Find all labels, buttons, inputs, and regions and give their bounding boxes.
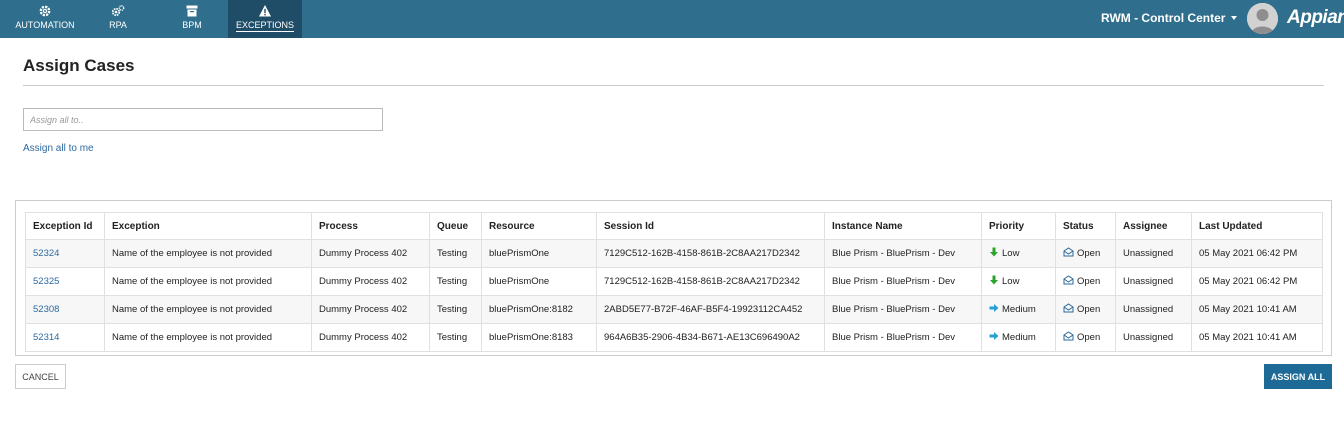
exception-id-link[interactable]: 52324	[33, 248, 59, 259]
page-title: Assign Cases	[23, 56, 135, 75]
tab-automation-label: AUTOMATION	[15, 20, 75, 30]
instance-name-cell: Blue Prism - BluePrism - Dev	[824, 295, 982, 324]
exception-cell: Name of the employee is not provided	[104, 323, 312, 352]
table-row: 52308 Name of the employee is not provid…	[25, 295, 1323, 324]
resource-cell: bluePrismOne	[481, 239, 597, 268]
table-row: 52324 Name of the employee is not provid…	[25, 239, 1323, 268]
assignee-cell: Unassigned	[1115, 295, 1192, 324]
assignee-cell: Unassigned	[1115, 239, 1192, 268]
envelope-open-icon	[1063, 303, 1074, 316]
exception-cell: Name of the employee is not provided	[104, 295, 312, 324]
session-id-cell: 7129C512-162B-4158-861B-2C8AA217D2342	[596, 239, 825, 268]
arrow-down-icon	[989, 247, 999, 260]
priority-label: Medium	[1002, 332, 1036, 343]
column-header-queue[interactable]: Queue	[429, 212, 482, 240]
gear-icon	[8, 4, 82, 18]
warning-icon	[228, 4, 302, 18]
process-cell: Dummy Process 402	[311, 295, 430, 324]
title-divider	[23, 85, 1324, 86]
envelope-open-icon	[1063, 331, 1074, 344]
table-row: 52314 Name of the employee is not provid…	[25, 323, 1323, 352]
tab-bpm-label: BPM	[182, 20, 202, 30]
arrow-right-icon	[989, 303, 999, 316]
queue-cell: Testing	[429, 295, 482, 324]
arrow-down-icon	[989, 275, 999, 288]
exception-cell: Name of the employee is not provided	[104, 239, 312, 268]
status-label: Open	[1077, 248, 1101, 259]
session-id-cell: 7129C512-162B-4158-861B-2C8AA217D2342	[596, 267, 825, 296]
last-updated-cell: 05 May 2021 06:42 PM	[1191, 239, 1323, 268]
top-nav-bar: AUTOMATION RPA BPM EXCEPTIONS RWM - Cont…	[0, 0, 1344, 38]
exception-id-link[interactable]: 52308	[33, 304, 59, 315]
last-updated-cell: 05 May 2021 10:41 AM	[1191, 323, 1323, 352]
resource-cell: bluePrismOne	[481, 267, 597, 296]
column-header-priority[interactable]: Priority	[981, 212, 1056, 240]
table-header-row: Exception Id Exception Process Queue Res…	[25, 212, 1323, 240]
appian-logo: Appian	[1287, 7, 1344, 28]
column-header-instance-name[interactable]: Instance Name	[824, 212, 982, 240]
process-cell: Dummy Process 402	[311, 323, 430, 352]
column-header-session-id[interactable]: Session Id	[596, 212, 825, 240]
process-cell: Dummy Process 402	[311, 267, 430, 296]
tab-automation[interactable]: AUTOMATION	[8, 0, 82, 38]
status-label: Open	[1077, 276, 1101, 287]
last-updated-cell: 05 May 2021 06:42 PM	[1191, 267, 1323, 296]
arrow-right-icon	[989, 331, 999, 344]
session-id-cell: 964A6B35-2906-4B34-B671-AE13C696490A2	[596, 323, 825, 352]
instance-name-cell: Blue Prism - BluePrism - Dev	[824, 239, 982, 268]
tab-rpa[interactable]: RPA	[92, 0, 144, 38]
status-label: Open	[1077, 304, 1101, 315]
exception-cell: Name of the employee is not provided	[104, 267, 312, 296]
last-updated-cell: 05 May 2021 10:41 AM	[1191, 295, 1323, 324]
priority-label: Low	[1002, 248, 1020, 259]
session-id-cell: 2ABD5E77-B72F-46AF-B5F4-19923112CA452	[596, 295, 825, 324]
cases-table: Exception Id Exception Process Queue Res…	[25, 212, 1323, 352]
queue-cell: Testing	[429, 323, 482, 352]
instance-name-cell: Blue Prism - BluePrism - Dev	[824, 323, 982, 352]
queue-cell: Testing	[429, 239, 482, 268]
column-header-status[interactable]: Status	[1055, 212, 1116, 240]
column-header-resource[interactable]: Resource	[481, 212, 597, 240]
gears-icon	[92, 4, 144, 18]
cases-grid: Exception Id Exception Process Queue Res…	[15, 200, 1332, 356]
cancel-button[interactable]: CANCEL	[15, 364, 66, 389]
status-label: Open	[1077, 332, 1101, 343]
resource-cell: bluePrismOne:8183	[481, 323, 597, 352]
column-header-exception[interactable]: Exception	[104, 212, 312, 240]
table-row: 52325 Name of the employee is not provid…	[25, 267, 1323, 296]
assignee-cell: Unassigned	[1115, 267, 1192, 296]
archive-icon	[166, 4, 218, 18]
tab-exceptions[interactable]: EXCEPTIONS	[228, 0, 302, 38]
column-header-last-updated[interactable]: Last Updated	[1191, 212, 1323, 240]
envelope-open-icon	[1063, 275, 1074, 288]
instance-name-cell: Blue Prism - BluePrism - Dev	[824, 267, 982, 296]
column-header-assignee[interactable]: Assignee	[1115, 212, 1192, 240]
queue-cell: Testing	[429, 267, 482, 296]
assign-all-to-me-link[interactable]: Assign all to me	[23, 143, 94, 154]
exception-id-link[interactable]: 52325	[33, 276, 59, 287]
tab-rpa-label: RPA	[109, 20, 127, 30]
column-header-process[interactable]: Process	[311, 212, 430, 240]
tab-exceptions-label: EXCEPTIONS	[235, 20, 294, 32]
envelope-open-icon	[1063, 247, 1074, 260]
priority-label: Low	[1002, 276, 1020, 287]
priority-label: Medium	[1002, 304, 1036, 315]
process-cell: Dummy Process 402	[311, 239, 430, 268]
column-header-exception-id[interactable]: Exception Id	[25, 212, 105, 240]
site-name-menu[interactable]: RWM - Control Center	[1101, 11, 1225, 25]
assignee-cell: Unassigned	[1115, 323, 1192, 352]
exception-id-link[interactable]: 52314	[33, 332, 59, 343]
tab-bpm[interactable]: BPM	[166, 0, 218, 38]
assign-all-to-input[interactable]	[23, 108, 383, 131]
resource-cell: bluePrismOne:8182	[481, 295, 597, 324]
avatar[interactable]	[1247, 3, 1278, 34]
chevron-down-icon[interactable]	[1231, 16, 1237, 20]
assign-all-button[interactable]: ASSIGN ALL	[1264, 364, 1332, 389]
